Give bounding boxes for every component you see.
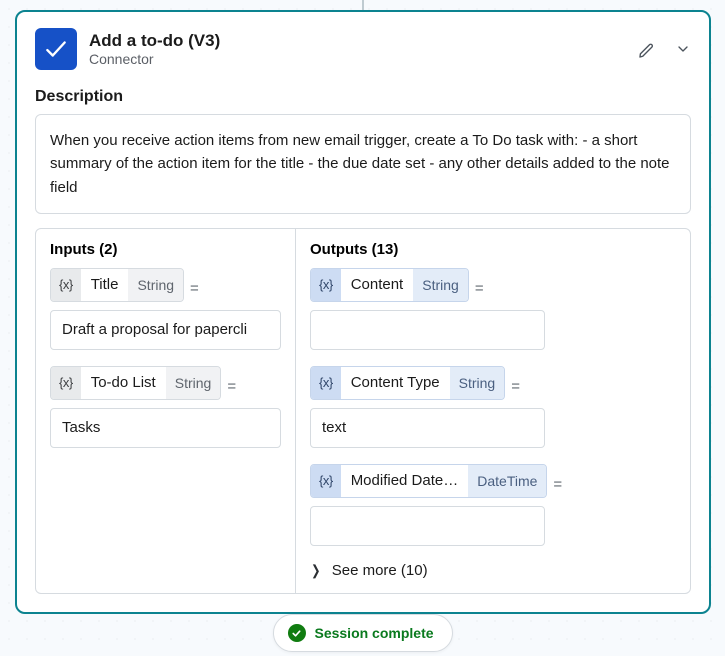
input-param-label: {x} To-do List String (50, 366, 221, 400)
session-status-pill: Session complete (272, 614, 452, 652)
input-param-name: To-do List (81, 374, 166, 391)
input-value[interactable]: Draft a proposal for papercli (50, 310, 281, 350)
equals-sign: = (190, 280, 199, 297)
output-value[interactable] (310, 506, 545, 546)
header-titles: Add a to-do (V3) Connector (89, 30, 626, 69)
output-value[interactable]: text (310, 408, 545, 448)
equals-sign: = (475, 280, 484, 297)
check-circle-icon (287, 624, 305, 642)
chevron-down-icon[interactable] (675, 41, 691, 57)
equals-sign: = (511, 378, 520, 395)
outputs-title: Outputs (13) (310, 241, 676, 258)
inputs-column: Inputs (2) {x} Title String = Draft a pr… (36, 229, 296, 593)
inputs-title: Inputs (2) (50, 241, 281, 258)
see-more-label: See more (10) (332, 562, 428, 579)
session-status-text: Session complete (314, 625, 433, 641)
input-value[interactable]: Tasks (50, 408, 281, 448)
description-text: When you receive action items from new e… (35, 114, 691, 214)
input-param-name: Title (81, 276, 129, 293)
output-value[interactable] (310, 310, 545, 350)
input-param-label: {x} Title String (50, 268, 184, 302)
description-label: Description (17, 80, 709, 114)
variable-icon: {x} (51, 269, 81, 301)
output-param-name: Content (341, 276, 414, 293)
output-param-type: String (450, 367, 505, 399)
variable-icon: {x} (311, 465, 341, 497)
card-header: Add a to-do (V3) Connector (17, 12, 709, 80)
output-param-label: {x} Content Type String (310, 366, 505, 400)
see-more-button[interactable]: ❯ See more (10) (310, 562, 676, 579)
io-container: Inputs (2) {x} Title String = Draft a pr… (35, 228, 691, 594)
equals-sign: = (227, 378, 236, 395)
equals-sign: = (553, 476, 562, 493)
action-title: Add a to-do (V3) (89, 30, 626, 51)
output-param-name: Content Type (341, 374, 450, 391)
output-param-type: String (413, 269, 468, 301)
action-card: Add a to-do (V3) Connector Description W… (15, 10, 711, 614)
variable-icon: {x} (51, 367, 81, 399)
input-param-type: String (128, 269, 183, 301)
action-subtitle: Connector (89, 51, 626, 69)
variable-icon: {x} (311, 367, 341, 399)
output-param-name: Modified Date… (341, 472, 469, 489)
chevron-right-icon: ❯ (311, 562, 320, 579)
input-param-type: String (166, 367, 221, 399)
output-param-type: DateTime (468, 465, 546, 497)
output-param-label: {x} Modified Date… DateTime (310, 464, 547, 498)
outputs-column: Outputs (13) {x} Content String = {x} Co… (296, 229, 690, 593)
output-param-label: {x} Content String (310, 268, 469, 302)
edit-icon[interactable] (638, 40, 657, 59)
variable-icon: {x} (311, 269, 341, 301)
todo-app-icon (35, 28, 77, 70)
